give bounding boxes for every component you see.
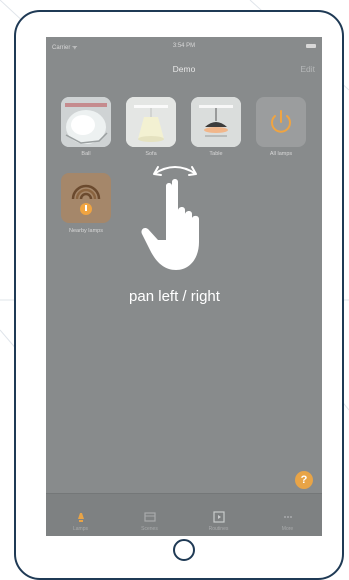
tab-scenes[interactable]: Scenes bbox=[115, 511, 184, 532]
routines-icon bbox=[212, 511, 225, 523]
tab-label-scenes: Scenes bbox=[141, 526, 158, 532]
more-icon bbox=[283, 516, 292, 518]
sofa-lamp-photo-icon bbox=[126, 97, 176, 147]
tab-label-lamps: Lamps bbox=[72, 526, 88, 532]
page-title: Demo bbox=[172, 64, 196, 74]
tile-nearby-lamps[interactable] bbox=[61, 173, 111, 223]
hand-swipe-icon bbox=[141, 166, 199, 270]
status-bar: Carrier ᯤ 3:54 PM bbox=[46, 37, 322, 55]
tile-sofa[interactable] bbox=[126, 97, 176, 147]
ball-lamp-photo-icon bbox=[61, 97, 111, 147]
nearby-signal-icon bbox=[71, 184, 101, 215]
tile-ball[interactable] bbox=[61, 97, 111, 147]
edit-button[interactable]: Edit bbox=[300, 64, 315, 74]
scenes-icon bbox=[143, 512, 156, 522]
tile-label-table: Table bbox=[209, 151, 223, 157]
tile-label-ball: Ball bbox=[81, 151, 91, 157]
tab-routines[interactable]: Routines bbox=[184, 511, 253, 532]
app-screen: Carrier ᯤ 3:54 PM Demo Edit Ball Sofa Ta… bbox=[46, 37, 322, 536]
navigation-bar: Demo Edit bbox=[46, 59, 322, 79]
tab-label-routines: Routines bbox=[208, 526, 229, 532]
tile-label-sofa: Sofa bbox=[145, 151, 157, 157]
tab-lamps[interactable]: Lamps bbox=[46, 511, 115, 532]
help-button[interactable]: ? bbox=[295, 471, 313, 489]
battery-icon bbox=[306, 44, 316, 48]
lamp-icon bbox=[77, 513, 84, 522]
table-lamp-photo-icon bbox=[191, 97, 241, 147]
tile-table[interactable] bbox=[191, 97, 241, 147]
tile-label-all-lamps: All lamps bbox=[269, 151, 293, 157]
tile-all-lamps[interactable] bbox=[256, 97, 306, 147]
home-button[interactable] bbox=[173, 539, 195, 561]
tab-more[interactable]: More bbox=[253, 511, 322, 532]
tab-label-more: More bbox=[281, 526, 294, 532]
tile-label-nearby-lamps: Nearby lamps bbox=[69, 228, 103, 234]
gesture-hint-text: pan left / right bbox=[129, 288, 220, 305]
power-icon bbox=[271, 110, 291, 133]
clock: 3:54 PM bbox=[172, 43, 196, 49]
tab-bar: Lamps Scenes Routines More bbox=[46, 493, 322, 536]
